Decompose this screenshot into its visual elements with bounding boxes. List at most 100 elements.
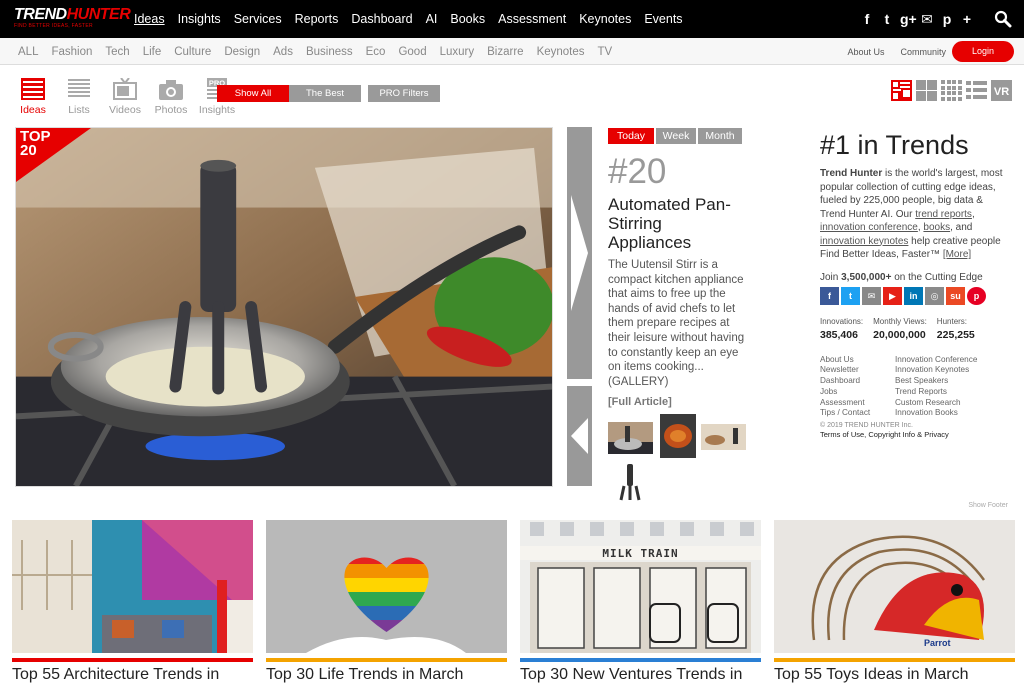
terms-link[interactable]: Terms of Use, Copyright Info & Privacy [820, 430, 1010, 439]
type-tab-ideas[interactable]: Ideas [14, 78, 52, 116]
list-view-icon[interactable] [966, 80, 987, 101]
category-luxury[interactable]: Luxury [440, 46, 475, 58]
card-title[interactable]: Top 55 Architecture Trends in [12, 666, 253, 684]
category-culture[interactable]: Culture [174, 46, 211, 58]
pinterest-icon[interactable]: p [967, 286, 986, 305]
pinterest-icon[interactable]: p [940, 11, 954, 27]
trend-card[interactable]: MILK TRAIN Top 30 New Ventures Trends in [520, 520, 761, 683]
google-plus-icon[interactable]: g+ [900, 11, 917, 27]
jobs-link[interactable]: Jobs [820, 387, 895, 398]
nav-dashboard[interactable]: Dashboard [351, 12, 412, 26]
gallery-thumbnail[interactable] [614, 460, 646, 504]
custom-research-link[interactable]: Custom Research [895, 398, 977, 409]
category-eco[interactable]: Eco [366, 46, 386, 58]
view-mode-options: VR [891, 80, 1012, 101]
card-accent-bar [266, 658, 507, 662]
category-life[interactable]: Life [143, 46, 162, 58]
category-tv[interactable]: TV [598, 46, 613, 58]
nav-insights[interactable]: Insights [178, 12, 221, 26]
more-link[interactable]: [More] [943, 249, 971, 260]
books-link[interactable]: books [923, 222, 950, 233]
innovation-conference-footer-link[interactable]: Innovation Conference [895, 355, 977, 366]
trend-hunter-logo[interactable]: TRENDHUNTER FIND BETTER IDEAS, FASTER [14, 7, 131, 30]
previous-article-button[interactable] [567, 386, 592, 486]
facebook-icon[interactable]: f [820, 286, 839, 305]
trend-card[interactable]: Top 30 Life Trends in March [266, 520, 507, 683]
login-button[interactable]: Login [952, 41, 1014, 62]
email-icon[interactable]: ✉ [862, 286, 881, 305]
show-footer-link[interactable]: Show Footer [968, 502, 1008, 509]
gallery-thumbnail[interactable] [608, 422, 653, 454]
article-title[interactable]: Automated Pan-Stirring Appliances [608, 195, 748, 252]
trend-reports-link[interactable]: trend reports [915, 209, 972, 220]
about-us-footer-link[interactable]: About Us [820, 355, 895, 366]
category-ads[interactable]: Ads [273, 46, 293, 58]
trend-card[interactable]: Top 55 Architecture Trends in [12, 520, 253, 683]
period-today-tab[interactable]: Today [608, 128, 654, 144]
dashboard-link[interactable]: Dashboard [820, 376, 895, 387]
category-design[interactable]: Design [224, 46, 260, 58]
assessment-link[interactable]: Assessment [820, 398, 895, 409]
next-article-button[interactable] [567, 127, 592, 379]
period-week-tab[interactable]: Week [656, 128, 696, 144]
type-tab-lists[interactable]: Lists [60, 78, 98, 116]
youtube-icon[interactable]: ▶ [883, 286, 902, 305]
period-month-tab[interactable]: Month [698, 128, 742, 144]
category-bizarre[interactable]: Bizarre [487, 46, 523, 58]
search-icon[interactable] [994, 10, 1012, 28]
trend-card[interactable]: Parrot Top 55 Toys Ideas in March [774, 520, 1015, 683]
tips-contact-link[interactable]: Tips / Contact [820, 408, 895, 419]
email-icon[interactable]: ✉ [920, 11, 934, 28]
category-nav: ALL Fashion Tech Life Culture Design Ads… [18, 38, 625, 65]
card-title[interactable]: Top 55 Toys Ideas in March [774, 666, 1015, 684]
nav-reports[interactable]: Reports [295, 12, 339, 26]
featured-article-image[interactable]: TOP 20 [15, 127, 553, 487]
newsletter-link[interactable]: Newsletter [820, 365, 895, 376]
full-article-link[interactable]: [Full Article] [608, 396, 672, 408]
category-good[interactable]: Good [398, 46, 426, 58]
stat-value: 385,406 [820, 328, 858, 341]
innovation-keynotes-link[interactable]: innovation keynotes [820, 236, 908, 247]
vr-view-icon[interactable]: VR [991, 80, 1012, 101]
card-title[interactable]: Top 30 Life Trends in March [266, 666, 507, 684]
type-tab-videos[interactable]: Videos [106, 78, 144, 116]
community-link[interactable]: Community [900, 47, 946, 57]
the-best-button[interactable]: The Best [289, 85, 361, 102]
twitter-icon[interactable]: t [880, 11, 894, 27]
innovation-conference-link[interactable]: innovation conference [820, 222, 918, 233]
category-keynotes[interactable]: Keynotes [537, 46, 585, 58]
mosaic-view-icon[interactable] [891, 80, 912, 101]
nav-keynotes[interactable]: Keynotes [579, 12, 631, 26]
linkedin-icon[interactable]: in [904, 286, 923, 305]
grid-large-view-icon[interactable] [916, 80, 937, 101]
nav-ai[interactable]: AI [426, 12, 438, 26]
site-stats: Innovations: 385,406 Monthly Views: 20,000… [820, 317, 1010, 341]
category-tech[interactable]: Tech [105, 46, 129, 58]
about-us-link[interactable]: About Us [847, 47, 884, 57]
category-all[interactable]: ALL [18, 46, 38, 58]
type-tab-photos[interactable]: Photos [152, 78, 190, 116]
gallery-thumbnail[interactable] [660, 414, 696, 458]
plus-icon[interactable]: + [960, 11, 974, 27]
facebook-icon[interactable]: f [860, 11, 874, 27]
pro-filters-button[interactable]: PRO Filters [368, 85, 440, 102]
gallery-thumbnail[interactable] [701, 424, 746, 450]
category-fashion[interactable]: Fashion [51, 46, 92, 58]
innovation-books-link[interactable]: Innovation Books [895, 408, 977, 419]
nav-assessment[interactable]: Assessment [498, 12, 566, 26]
instagram-icon[interactable]: ◎ [925, 286, 944, 305]
twitter-icon[interactable]: t [841, 286, 860, 305]
show-all-button[interactable]: Show All [217, 85, 289, 102]
nav-services[interactable]: Services [234, 12, 282, 26]
grid-small-view-icon[interactable] [941, 80, 962, 101]
stumbleupon-icon[interactable]: su [946, 286, 965, 305]
innovation-keynotes-footer-link[interactable]: Innovation Keynotes [895, 365, 977, 376]
best-speakers-link[interactable]: Best Speakers [895, 376, 977, 387]
nav-events[interactable]: Events [644, 12, 682, 26]
card-title[interactable]: Top 30 New Ventures Trends in [520, 666, 761, 684]
category-bar: ALL Fashion Tech Life Culture Design Ads… [0, 38, 1024, 65]
category-business[interactable]: Business [306, 46, 353, 58]
nav-ideas[interactable]: Ideas [134, 12, 165, 26]
nav-books[interactable]: Books [450, 12, 485, 26]
trend-reports-footer-link[interactable]: Trend Reports [895, 387, 977, 398]
